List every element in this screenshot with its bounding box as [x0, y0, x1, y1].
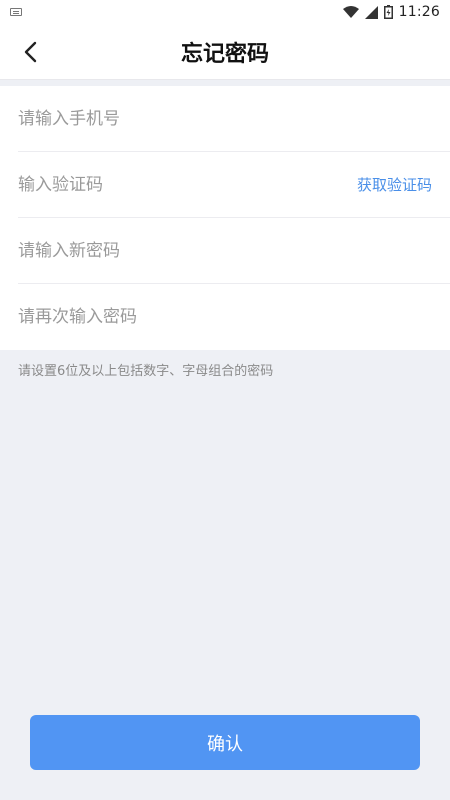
confirm-button[interactable]: 确认 [30, 715, 420, 770]
keyboard-icon [10, 8, 22, 16]
confirm-password-input[interactable] [18, 307, 432, 327]
phone-input[interactable] [18, 108, 432, 129]
get-code-button[interactable]: 获取验证码 [357, 174, 432, 195]
new-password-input[interactable] [18, 240, 432, 261]
wifi-icon [342, 5, 359, 18]
reset-form: 获取验证码 [0, 86, 450, 350]
page-title: 忘记密码 [180, 41, 269, 67]
nav-bar: 忘记密码 [0, 24, 450, 80]
status-bar: 11:26 [0, 0, 450, 24]
phone-row [18, 86, 450, 152]
verification-code-input[interactable] [18, 174, 357, 195]
chevron-left-icon [24, 41, 37, 63]
new-password-row [18, 218, 450, 284]
code-row: 获取验证码 [18, 152, 450, 218]
confirm-password-row [18, 284, 450, 350]
password-hint: 请设置6位及以上包括数字、字母组合的密码 [18, 364, 274, 379]
battery-icon [383, 5, 393, 19]
status-time: 11:26 [398, 4, 440, 20]
back-button[interactable] [12, 34, 48, 70]
signal-icon [364, 5, 378, 19]
